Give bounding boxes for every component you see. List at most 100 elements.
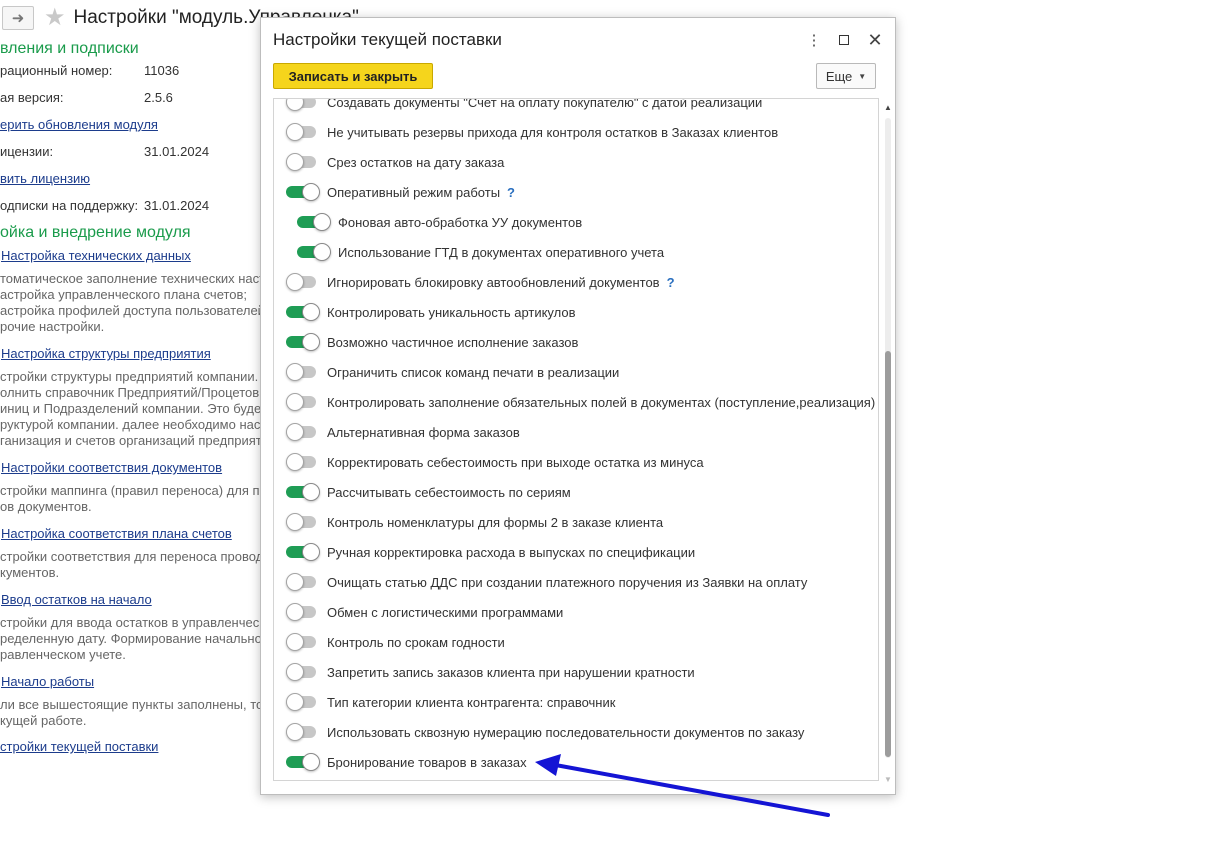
save-and-close-button[interactable]: Записать и закрыть [273, 63, 433, 89]
toggle-switch[interactable] [286, 603, 320, 621]
desc-line: астройка управленческого плана счетов; [0, 287, 248, 302]
setting-label[interactable]: Использование ГТД в документах оперативн… [338, 245, 664, 260]
section-updates-title: вления и подписки [0, 40, 139, 57]
setting-label[interactable]: Не учитывать резервы прихода для контрол… [327, 125, 778, 140]
setup-desc-accounts: стройки соответствия для переноса провод… [0, 549, 263, 581]
toggle-knob [286, 153, 304, 171]
setting-label[interactable]: Ограничить список команд печати в реализ… [327, 365, 619, 380]
license-label: ицензии: [0, 144, 54, 159]
desc-line: стройки соответствия для переноса провод [0, 549, 264, 564]
toggle-knob [302, 303, 320, 321]
toggle-switch[interactable] [286, 723, 320, 741]
toggle-switch[interactable] [286, 303, 320, 321]
help-icon[interactable]: ? [667, 275, 675, 290]
toggle-switch[interactable] [286, 393, 320, 411]
setting-label[interactable]: Контролировать уникальность артикулов [327, 305, 576, 320]
settings-row: Контролировать заполнение обязательных п… [274, 387, 875, 417]
toggle-switch[interactable] [297, 213, 331, 231]
setup-link-balances[interactable]: Ввод остатков на начало [1, 592, 152, 607]
setting-label[interactable]: Контроль номенклатуры для формы 2 в зака… [327, 515, 663, 530]
toggle-switch[interactable] [286, 513, 320, 531]
setting-label[interactable]: Возможно частичное исполнение заказов [327, 335, 578, 350]
toggle-knob [286, 393, 304, 411]
toggle-switch[interactable] [286, 273, 320, 291]
settings-row: Срез остатков на дату заказа [274, 147, 874, 177]
setup-link-documents[interactable]: Настройки соответствия документов [1, 460, 222, 475]
setting-label[interactable]: Корректировать себестоимость при выходе … [327, 455, 704, 470]
setting-label[interactable]: Срез остатков на дату заказа [327, 155, 504, 170]
setting-label[interactable]: Обмен с логистическими программами [327, 605, 563, 620]
toggle-knob [286, 273, 304, 291]
setting-label[interactable]: Альтернативная форма заказов [327, 425, 520, 440]
toggle-switch[interactable] [286, 183, 320, 201]
toggle-switch[interactable] [286, 693, 320, 711]
toggle-switch[interactable] [286, 423, 320, 441]
setting-label[interactable]: Бронирование товаров в заказах [327, 755, 527, 770]
setting-label[interactable]: Тип категории клиента контрагента: справ… [327, 695, 615, 710]
toggle-switch[interactable] [286, 663, 320, 681]
close-icon[interactable]: ✕ [865, 30, 885, 50]
toggle-knob [302, 333, 320, 351]
settings-row: Контроль по срокам годности [274, 627, 874, 657]
setting-label[interactable]: Игнорировать блокировку автообновлений д… [327, 275, 660, 290]
toggle-knob [286, 363, 304, 381]
check-updates-link[interactable]: ерить обновления модуля [0, 117, 158, 132]
section-setup-title: ойка и внедрение модуля [0, 224, 191, 241]
toggle-knob [286, 423, 304, 441]
setting-label[interactable]: Очищать статью ДДС при создании платежно… [327, 575, 807, 590]
toggle-knob [286, 663, 304, 681]
settings-row: Оперативный режим работы? [274, 177, 874, 207]
setting-label[interactable]: Рассчитывать себестоимость по сериям [327, 485, 571, 500]
toggle-switch[interactable] [286, 333, 320, 351]
setting-label[interactable]: Создавать документы "Счет на оплату поку… [327, 99, 762, 110]
setup-link-start[interactable]: Начало работы [1, 674, 94, 689]
toggle-knob [286, 99, 304, 111]
setting-label[interactable]: Запретить запись заказов клиента при нар… [327, 665, 695, 680]
settings-scrollbar[interactable]: ▲ ▼ [884, 104, 892, 784]
toggle-switch[interactable] [286, 543, 320, 561]
setup-desc-structure: стройки структуры предприятий компании. … [0, 369, 269, 449]
toggle-switch[interactable] [297, 243, 331, 261]
maximize-icon[interactable] [834, 30, 854, 50]
toggle-switch[interactable] [286, 573, 320, 591]
setting-label[interactable]: Контроль по срокам годности [327, 635, 505, 650]
license-value: 31.01.2024 [144, 144, 210, 159]
renew-license-link[interactable]: вить лицензию [0, 171, 90, 186]
setup-link-accounts[interactable]: Настройка соответствия плана счетов [1, 526, 232, 541]
toggle-switch[interactable] [286, 633, 320, 651]
toggle-knob [302, 483, 320, 501]
desc-line: ов документов. [0, 499, 92, 514]
more-vertical-icon[interactable]: ⋮ [804, 30, 824, 50]
setting-label[interactable]: Использовать сквозную нумерацию последов… [327, 725, 804, 740]
settings-row: Рассчитывать себестоимость по сериям [274, 477, 874, 507]
more-button[interactable]: Еще ▼ [816, 63, 876, 89]
toggle-knob [286, 603, 304, 621]
settings-row: Создавать документы "Счет на оплату поку… [274, 99, 874, 117]
scrollbar-thumb[interactable] [885, 351, 891, 757]
toggle-switch[interactable] [286, 753, 320, 771]
setting-label[interactable]: Оперативный режим работы [327, 185, 500, 200]
setting-label[interactable]: Контролировать заполнение обязательных п… [327, 395, 875, 410]
toggle-switch[interactable] [286, 123, 320, 141]
toggle-switch[interactable] [286, 363, 320, 381]
scroll-down-icon[interactable]: ▼ [884, 776, 892, 784]
settings-row: Обмен с логистическими программами [274, 597, 874, 627]
settings-row: Игнорировать блокировку автообновлений д… [274, 267, 874, 297]
setting-label[interactable]: Фоновая авто-обработка УУ документов [338, 215, 582, 230]
toggle-switch[interactable] [286, 99, 320, 111]
toggle-switch[interactable] [286, 153, 320, 171]
forward-button[interactable]: ➜ [2, 6, 34, 30]
settings-row: Запретить запись заказов клиента при нар… [274, 657, 874, 687]
setup-link-technical[interactable]: Настройка технических данных [1, 248, 191, 263]
star-icon[interactable]: ★ [44, 6, 66, 30]
setup-link-structure[interactable]: Настройка структуры предприятия [1, 346, 211, 361]
current-supply-settings-link[interactable]: стройки текущей поставки [0, 739, 158, 754]
chevron-down-icon: ▼ [858, 71, 867, 81]
toggle-switch[interactable] [286, 483, 320, 501]
version-label: ая версия: [0, 90, 64, 105]
toggle-switch[interactable] [286, 453, 320, 471]
setting-label[interactable]: Ручная корректировка расхода в выпусках … [327, 545, 695, 560]
help-icon[interactable]: ? [507, 185, 515, 200]
toggle-knob [286, 723, 304, 741]
scroll-up-icon[interactable]: ▲ [884, 104, 892, 112]
